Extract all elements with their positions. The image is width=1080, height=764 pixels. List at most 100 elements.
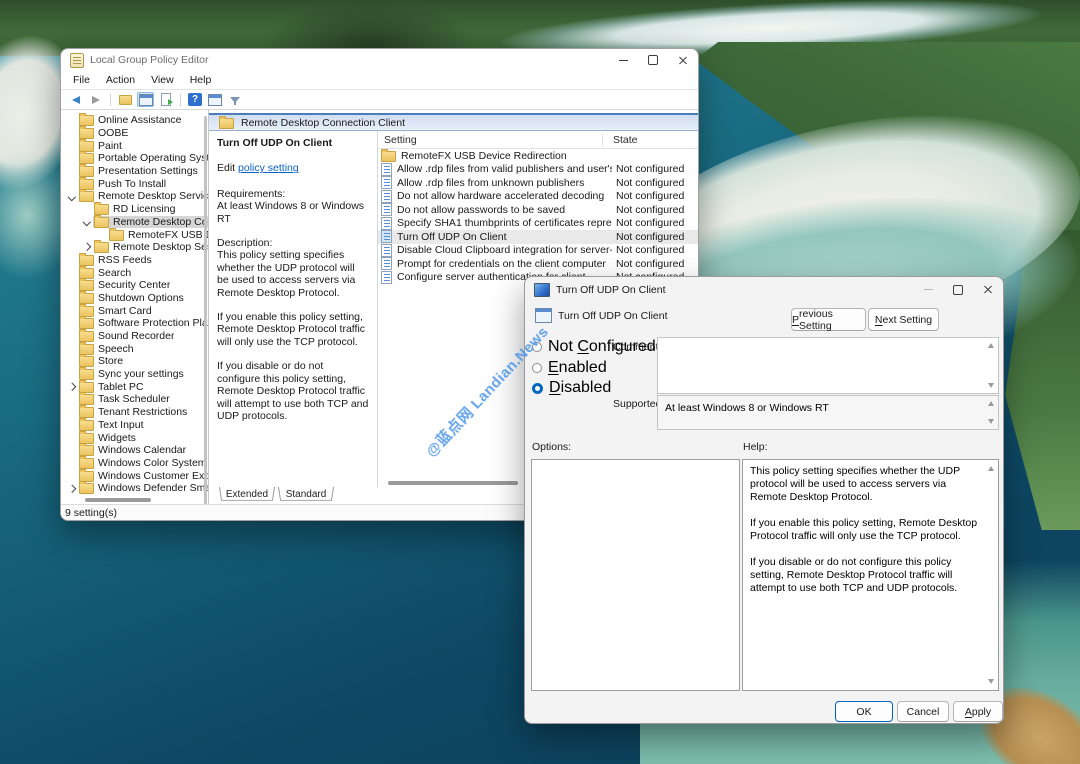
settings-row-specify-sha1-thumbprints-of-certificates[interactable]: Specify SHA1 thumbprints of certificates… [378, 217, 698, 231]
folder-icon [94, 217, 109, 228]
tree-item-speech[interactable]: Speech [61, 342, 208, 355]
close-button[interactable] [668, 49, 698, 71]
tree-item-remote-desktop-services[interactable]: Remote Desktop Services [61, 190, 208, 203]
forward-icon[interactable] [87, 92, 104, 107]
scroll-down-icon[interactable] [988, 679, 994, 684]
scroll-down-icon[interactable] [988, 419, 994, 424]
tree-item-software-protection-platform[interactable]: Software Protection Platform [61, 317, 208, 330]
chevron-expanded-icon[interactable] [65, 194, 78, 200]
tree-item-label: Store [98, 355, 123, 367]
tree-item-presentation-settings[interactable]: Presentation Settings [61, 165, 208, 178]
tree-item-task-scheduler[interactable]: Task Scheduler [61, 393, 208, 406]
tree-item-sync-your-settings[interactable]: Sync your settings [61, 368, 208, 381]
tree-item-windows-defender-smartscreen[interactable]: Windows Defender SmartScreen [61, 482, 208, 495]
minimize-button[interactable] [608, 49, 638, 71]
chevron-collapsed-icon[interactable] [80, 244, 93, 250]
folder-icon [79, 369, 94, 380]
cancel-button[interactable]: Cancel [897, 701, 949, 722]
radio-selected-icon[interactable] [532, 383, 543, 394]
settings-row-allow-rdp-files-from-unknown-publishers[interactable]: Allow .rdp files from unknown publishers… [378, 176, 698, 190]
scroll-down-icon[interactable] [988, 383, 994, 388]
settings-row-allow-rdp-files-from-valid-publishers-an[interactable]: Allow .rdp files from valid publishers a… [378, 163, 698, 177]
gpedit-titlebar[interactable]: Local Group Policy Editor [61, 49, 698, 71]
tree-item-remote-desktop-session-host[interactable]: Remote Desktop Session Host [61, 241, 208, 254]
menu-file[interactable]: File [65, 74, 98, 86]
next-setting-button[interactable]: Next Setting [868, 308, 939, 331]
tree-item-push-to-install[interactable]: Push To Install [61, 177, 208, 190]
tree-item-online-assistance[interactable]: Online Assistance [61, 114, 208, 127]
close-button[interactable] [973, 277, 1003, 302]
tree-item-security-center[interactable]: Security Center [61, 279, 208, 292]
tree-item-windows-customer-experience[interactable]: Windows Customer Experience [61, 469, 208, 482]
tree-item-store[interactable]: Store [61, 355, 208, 368]
tree-item-rss-feeds[interactable]: RSS Feeds [61, 254, 208, 267]
up-one-level-icon[interactable] [117, 92, 134, 107]
tree-item-oobe[interactable]: OOBE [61, 127, 208, 140]
scroll-up-icon[interactable] [988, 401, 994, 406]
tree-item-windows-color-system[interactable]: Windows Color System [61, 457, 208, 470]
maximize-button[interactable] [943, 277, 973, 302]
column-state[interactable]: State [602, 134, 698, 146]
radio-icon[interactable] [532, 363, 542, 373]
tree-item-shutdown-options[interactable]: Shutdown Options [61, 292, 208, 305]
back-icon[interactable] [67, 92, 84, 107]
settings-row-turn-off-udp-on-client[interactable]: Turn Off UDP On ClientNot configured [378, 230, 698, 244]
tree-item-portable-operating-system[interactable]: Portable Operating System [61, 152, 208, 165]
settings-row-do-not-allow-passwords-to-be-saved[interactable]: Do not allow passwords to be savedNot co… [378, 203, 698, 217]
horizontal-scrollbar-thumb[interactable] [388, 481, 518, 485]
menu-action[interactable]: Action [98, 74, 143, 86]
policy-setting-link[interactable]: policy setting [238, 162, 299, 174]
radio-icon[interactable] [532, 342, 542, 352]
filter-icon[interactable] [226, 92, 243, 107]
console-window-icon[interactable] [206, 92, 223, 107]
tree-item-sound-recorder[interactable]: Sound Recorder [61, 330, 208, 343]
radio-enabled[interactable]: Enabled [532, 359, 607, 377]
settings-row-do-not-allow-hardware-accelerated-decodi[interactable]: Do not allow hardware accelerated decodi… [378, 190, 698, 204]
setting-state: Not configured [616, 190, 698, 202]
comment-input[interactable] [657, 337, 999, 394]
horizontal-scrollbar-thumb[interactable] [85, 498, 151, 502]
menu-help[interactable]: Help [182, 74, 220, 86]
tree-item-rd-licensing[interactable]: RD Licensing [61, 203, 208, 216]
tree-item-label: Windows Customer Experience [98, 470, 208, 482]
scroll-up-icon[interactable] [988, 466, 994, 471]
folder-icon [79, 153, 94, 164]
tree-item-paint[interactable]: Paint [61, 139, 208, 152]
chevron-collapsed-icon[interactable] [65, 486, 78, 492]
setting-name: RemoteFX USB Device Redirection [401, 150, 612, 162]
folder-icon [79, 382, 94, 393]
tab-standard[interactable]: Standard [278, 487, 334, 502]
dialog-titlebar[interactable]: Turn Off UDP On Client [525, 277, 1003, 302]
scroll-up-icon[interactable] [988, 343, 994, 348]
tree-item-windows-calendar[interactable]: Windows Calendar [61, 444, 208, 457]
chevron-expanded-icon[interactable] [80, 219, 93, 225]
tree-item-widgets[interactable]: Widgets [61, 431, 208, 444]
tree-item-label: Windows Defender SmartScreen [98, 482, 208, 494]
column-setting[interactable]: Setting [378, 134, 602, 146]
settings-row-prompt-for-credentials-on-the-client-com[interactable]: Prompt for credentials on the client com… [378, 257, 698, 271]
radio-disabled[interactable]: Disabled [532, 379, 611, 397]
previous-setting-button[interactable]: Previous Setting [791, 308, 866, 331]
show-console-tree-icon[interactable] [137, 92, 154, 107]
apply-button[interactable]: Apply [953, 701, 1003, 722]
settings-row-remotefx-usb-device-redirection[interactable]: RemoteFX USB Device Redirection [378, 149, 698, 163]
tree-item-tablet-pc[interactable]: Tablet PC [61, 380, 208, 393]
policy-dialog: Turn Off UDP On Client Turn Off UDP On C… [524, 276, 1004, 724]
tree-item-remote-desktop-connection-client[interactable]: Remote Desktop Connection Client [61, 216, 208, 229]
maximize-button[interactable] [638, 49, 668, 71]
tab-extended[interactable]: Extended [219, 487, 275, 502]
tree-item-tenant-restrictions[interactable]: Tenant Restrictions [61, 406, 208, 419]
tree-item-remotefx-usb-device-redirection[interactable]: RemoteFX USB Device Redirection [61, 228, 208, 241]
vertical-scrollbar-thumb[interactable] [204, 116, 207, 504]
help-icon[interactable]: ? [188, 93, 202, 106]
chevron-collapsed-icon[interactable] [65, 384, 78, 390]
ok-button[interactable]: OK [835, 701, 893, 722]
menu-view[interactable]: View [143, 74, 182, 86]
folder-icon [109, 230, 124, 241]
tree-item-text-input[interactable]: Text Input [61, 419, 208, 432]
settings-row-disable-cloud-clipboard-integration-for-[interactable]: Disable Cloud Clipboard integration for … [378, 244, 698, 258]
tree-item-search[interactable]: Search [61, 266, 208, 279]
export-list-icon[interactable] [157, 92, 174, 107]
tree-item-smart-card[interactable]: Smart Card [61, 304, 208, 317]
settings-list-header: Setting State [378, 131, 698, 149]
